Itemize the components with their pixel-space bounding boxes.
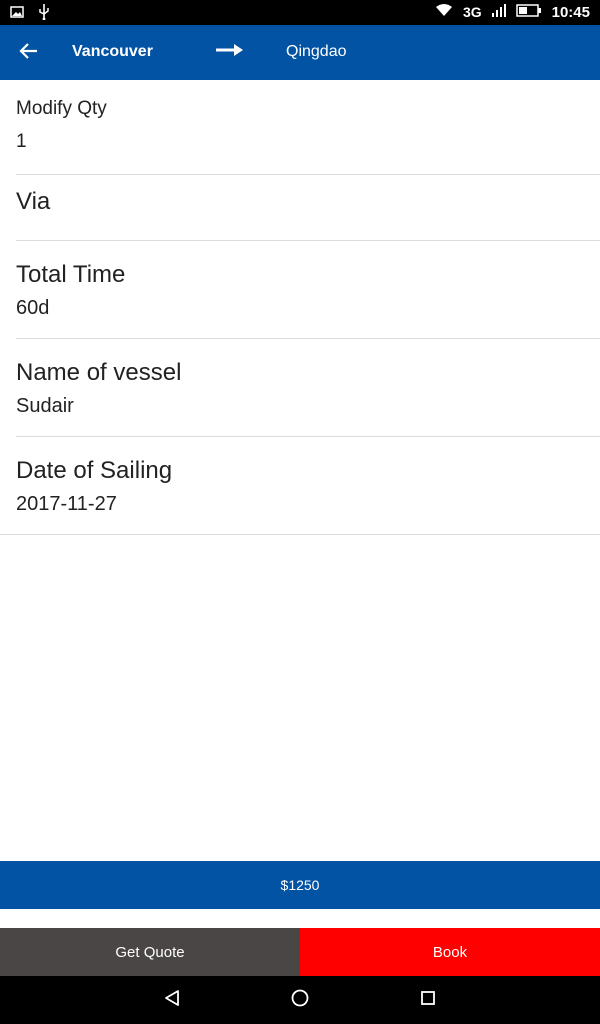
- nav-home-icon: [290, 988, 310, 1013]
- vessel-row: Name of vessel Sudair: [16, 339, 600, 437]
- route-arrow-icon: [216, 41, 244, 64]
- via-row: Via: [16, 175, 600, 241]
- sailing-row: Date of Sailing 2017-11-27: [0, 437, 600, 535]
- via-label: Via: [16, 188, 51, 215]
- status-time: 10:45: [551, 3, 590, 21]
- action-bar: Get Quote Book: [0, 928, 600, 976]
- route-destination: Qingdao: [286, 43, 347, 60]
- price-label: $1250: [280, 877, 320, 893]
- price-bar: $1250: [0, 861, 600, 909]
- signal-icon: [491, 3, 506, 21]
- back-button[interactable]: [10, 34, 48, 72]
- navigation-bar: [0, 976, 600, 1024]
- sailing-value: 2017-11-27: [16, 493, 117, 515]
- get-quote-button[interactable]: Get Quote: [0, 928, 300, 976]
- modify-qty-label: Modify Qty: [16, 98, 107, 119]
- shipment-details: Modify Qty 1 Via Total Time 60d Name of …: [0, 81, 600, 535]
- network-type: 3G: [462, 4, 482, 20]
- status-left: [10, 4, 50, 25]
- nav-recents-button[interactable]: [408, 984, 448, 1016]
- battery-icon: [515, 3, 542, 21]
- back-arrow-icon: [19, 41, 39, 66]
- nav-back-icon: [163, 989, 181, 1012]
- nav-recents-icon: [419, 989, 437, 1012]
- vessel-value: Sudair: [16, 395, 74, 417]
- book-button[interactable]: Book: [300, 928, 600, 976]
- usb-icon: [38, 4, 50, 25]
- route-origin: Vancouver: [72, 43, 153, 60]
- wifi-icon: [435, 3, 453, 21]
- nav-back-button[interactable]: [152, 984, 192, 1016]
- modify-qty-value[interactable]: 1: [16, 131, 27, 153]
- modify-qty-row[interactable]: Modify Qty 1: [16, 81, 600, 175]
- total-time-value: 60d: [16, 297, 50, 319]
- nav-home-button[interactable]: [280, 984, 320, 1016]
- status-right: 3G 10:45: [435, 3, 590, 21]
- total-time-label: Total Time: [16, 261, 126, 288]
- app-bar: Vancouver Qingdao: [0, 25, 600, 80]
- sailing-label: Date of Sailing: [16, 457, 173, 484]
- image-icon: [10, 5, 24, 24]
- total-time-row: Total Time 60d: [16, 241, 600, 339]
- status-bar: 3G 10:45: [0, 0, 600, 25]
- vessel-label: Name of vessel: [16, 359, 182, 386]
